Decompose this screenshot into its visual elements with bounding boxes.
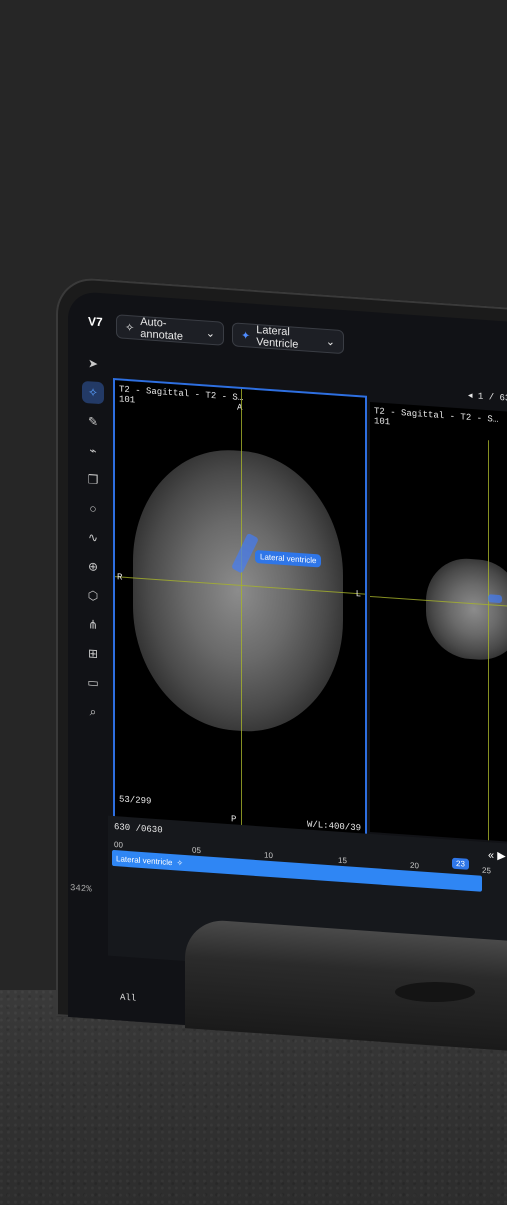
- copy-icon[interactable]: ❐: [82, 468, 104, 492]
- chevron-down-icon: ⌄: [325, 335, 335, 349]
- cube-icon[interactable]: ⬡: [82, 584, 104, 608]
- tick-label: 20: [410, 860, 419, 871]
- graph-nodes-icon[interactable]: ⋔: [82, 613, 104, 637]
- orientation-right: L: [355, 588, 361, 600]
- play-icon[interactable]: ▶: [497, 850, 505, 863]
- crosshair-vertical: [241, 388, 242, 828]
- sparkle-cursor-icon: ✧: [125, 321, 135, 334]
- stand-cable-hole: [395, 982, 475, 1002]
- polyline-icon[interactable]: ∿: [82, 526, 104, 550]
- tool-sidebar: ➤ ✧ ✎ ⌁ ❐ ○ ∿ ⊕ ⬡ ⋔ ⊞ ▭ ⌕: [82, 352, 108, 731]
- circle-icon[interactable]: ○: [82, 497, 104, 521]
- viewport-title: T2 - Sagittal - T2 - S… 101: [374, 406, 499, 428]
- chevron-left-icon[interactable]: ◂: [468, 391, 478, 402]
- tick-label: 05: [192, 845, 201, 856]
- viewport-title: T2 - Sagittal - T2 - S… 101: [119, 384, 244, 406]
- pen-icon[interactable]: ✎: [82, 410, 104, 434]
- track-label: Lateral ventricle: [116, 853, 173, 867]
- segmentation-mask: [488, 594, 502, 604]
- page-indicator: ◂ 1 / 630: [468, 390, 507, 405]
- viewport-right[interactable]: T2 - Sagittal - T2 - S… 101: [370, 401, 507, 848]
- tick-label: 15: [338, 855, 347, 866]
- zoom-level: 342%: [70, 882, 92, 895]
- orientation-bottom: P: [231, 814, 237, 825]
- comment-icon[interactable]: ▭: [82, 671, 104, 695]
- brain-scan-coronal: [426, 555, 507, 663]
- auto-annotate-dropdown[interactable]: ✧ Auto-annotate ⌄: [116, 314, 224, 346]
- tick-label: 00: [114, 840, 123, 850]
- auto-annotate-label: Auto-annotate: [140, 315, 184, 343]
- class-sparkle-icon: ✦: [241, 329, 251, 343]
- sparkle-icon: ✧: [176, 857, 184, 868]
- crosshair-vertical: [488, 440, 489, 841]
- frame-counter: 630 /0630: [114, 822, 163, 836]
- grid-icon[interactable]: ⊞: [82, 642, 104, 666]
- tick-label: 25: [482, 865, 491, 876]
- v7-logo: V7: [88, 314, 103, 330]
- viewport-left[interactable]: T2 - Sagittal - T2 - S… 101 A Lateral ve…: [113, 377, 367, 838]
- class-label: Lateral Ventricle: [256, 324, 299, 351]
- chevron-down-icon: ⌄: [205, 326, 215, 340]
- tick-label: 10: [264, 850, 273, 861]
- orientation-left: R: [117, 572, 123, 583]
- class-selector-dropdown[interactable]: ✦ Lateral Ventricle ⌄: [232, 322, 344, 355]
- filter-all[interactable]: All: [120, 992, 136, 1003]
- magic-wand-icon[interactable]: ✧: [82, 380, 104, 405]
- playback-controls: « ▶ »: [488, 848, 507, 863]
- slice-counter: 53/299: [119, 794, 152, 807]
- brush-icon[interactable]: ⌁: [82, 439, 104, 463]
- search-icon[interactable]: ⌕: [82, 700, 104, 724]
- crosshair-icon[interactable]: ⊕: [82, 555, 104, 579]
- cursor-arrow-icon[interactable]: ➤: [82, 352, 104, 376]
- current-frame-badge: 23: [452, 857, 469, 870]
- rewind-icon[interactable]: «: [488, 849, 494, 861]
